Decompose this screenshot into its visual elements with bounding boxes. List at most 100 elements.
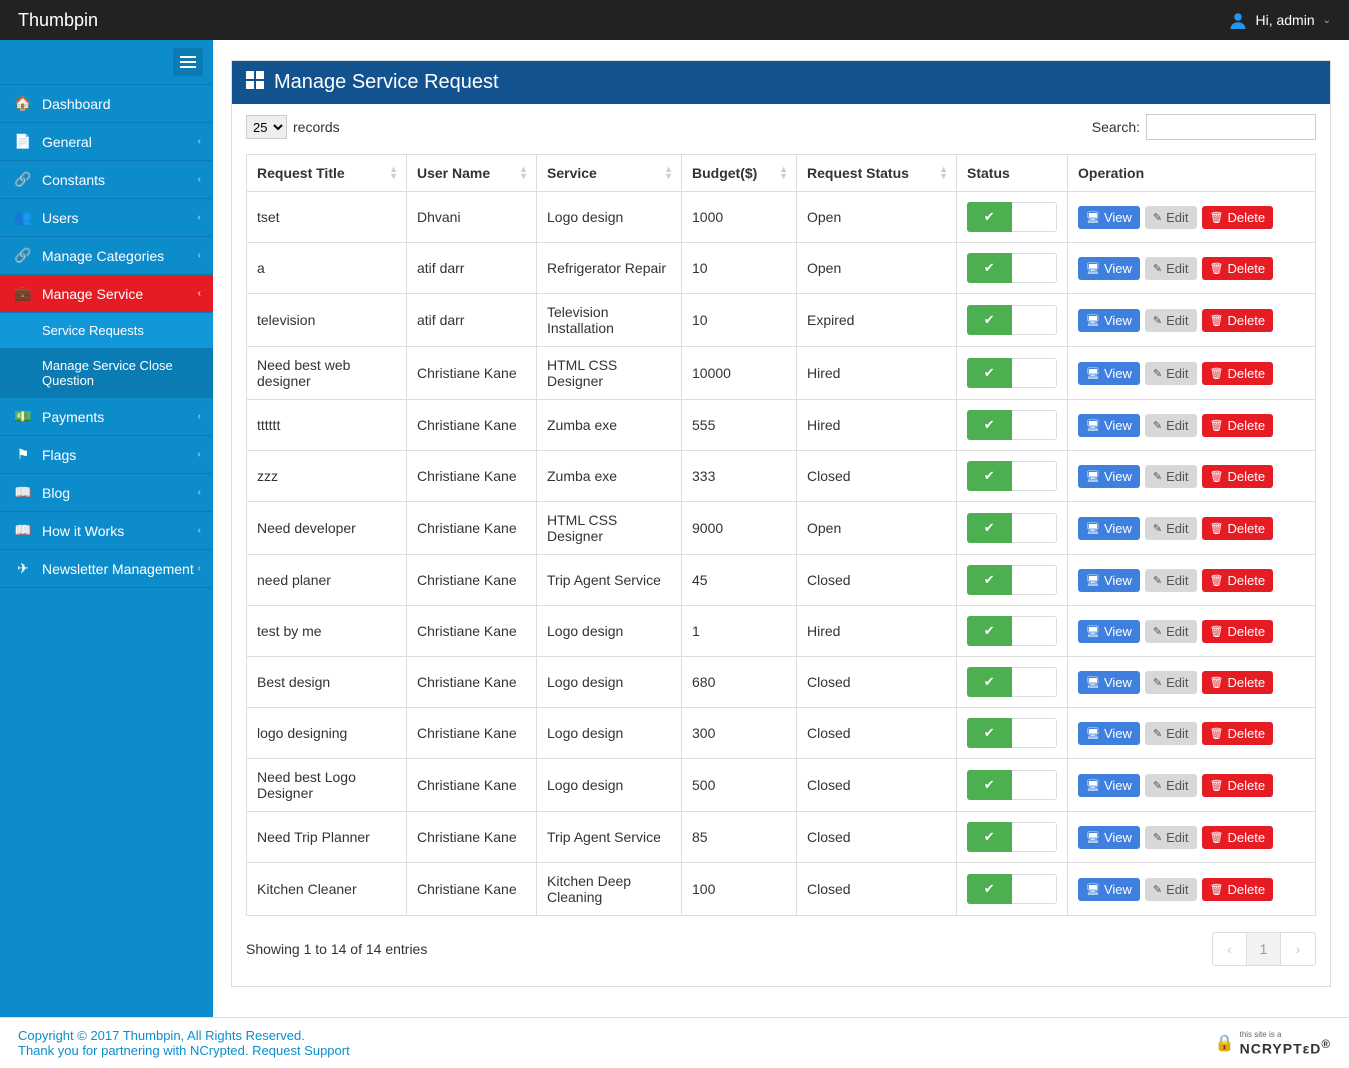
column-header-budget-[interactable]: Budget($)▲▼ [682, 155, 797, 192]
edit-button[interactable]: ✎Edit [1145, 569, 1197, 592]
delete-button[interactable]: 🗑Delete [1202, 517, 1274, 540]
status-toggle[interactable]: ✔ [967, 253, 1057, 283]
desktop-icon: 🖥 [1086, 367, 1100, 380]
view-button[interactable]: 🖥View [1078, 362, 1140, 385]
delete-button[interactable]: 🗑Delete [1202, 826, 1274, 849]
hamburger-icon[interactable] [173, 48, 203, 76]
delete-button[interactable]: 🗑Delete [1202, 362, 1274, 385]
pagination-page-1[interactable]: 1 [1247, 933, 1281, 965]
column-header-user-name[interactable]: User Name▲▼ [407, 155, 537, 192]
sidebar-subitem-manage-service-close-question[interactable]: Manage Service Close Question [0, 348, 213, 398]
trash-icon: 🗑 [1210, 625, 1224, 638]
edit-button[interactable]: ✎Edit [1145, 878, 1197, 901]
chevron-left-icon: ‹ [198, 411, 201, 422]
cell-title: tttttt [247, 400, 407, 451]
edit-button[interactable]: ✎Edit [1145, 309, 1197, 332]
cell-title: Need best web designer [247, 347, 407, 400]
view-button[interactable]: 🖥View [1078, 826, 1140, 849]
delete-button[interactable]: 🗑Delete [1202, 309, 1274, 332]
sidebar-item-users[interactable]: 👥Users‹ [0, 199, 213, 237]
edit-button[interactable]: ✎Edit [1145, 620, 1197, 643]
view-button[interactable]: 🖥View [1078, 465, 1140, 488]
view-button[interactable]: 🖥View [1078, 878, 1140, 901]
column-header-request-status[interactable]: Request Status▲▼ [797, 155, 957, 192]
edit-button[interactable]: ✎Edit [1145, 826, 1197, 849]
status-toggle[interactable]: ✔ [967, 874, 1057, 904]
cell-budget: 10 [682, 243, 797, 294]
edit-button[interactable]: ✎Edit [1145, 206, 1197, 229]
search-input[interactable] [1146, 114, 1316, 140]
table-row: need planerChristiane KaneTrip Agent Ser… [247, 555, 1316, 606]
status-toggle[interactable]: ✔ [967, 410, 1057, 440]
delete-button[interactable]: 🗑Delete [1202, 569, 1274, 592]
delete-button[interactable]: 🗑Delete [1202, 878, 1274, 901]
sort-icon: ▲▼ [389, 166, 398, 180]
delete-button[interactable]: 🗑Delete [1202, 465, 1274, 488]
status-toggle[interactable]: ✔ [967, 667, 1057, 697]
edit-button[interactable]: ✎Edit [1145, 517, 1197, 540]
view-button[interactable]: 🖥View [1078, 517, 1140, 540]
records-select[interactable]: 25 [246, 115, 287, 139]
sidebar-item-blog[interactable]: 📖Blog‹ [0, 474, 213, 512]
status-toggle[interactable]: ✔ [967, 770, 1057, 800]
view-button[interactable]: 🖥View [1078, 671, 1140, 694]
edit-button[interactable]: ✎Edit [1145, 671, 1197, 694]
sidebar-item-how-it-works[interactable]: 📖How it Works‹ [0, 512, 213, 550]
pagination-prev[interactable]: ‹ [1213, 933, 1247, 965]
status-toggle[interactable]: ✔ [967, 513, 1057, 543]
column-header-request-title[interactable]: Request Title▲▼ [247, 155, 407, 192]
sidebar-item-dashboard[interactable]: 🏠Dashboard [0, 85, 213, 123]
cell-operation: 🖥View✎Edit🗑Delete [1068, 812, 1316, 863]
ncrypted-link[interactable]: NCrypted [190, 1043, 245, 1058]
delete-button[interactable]: 🗑Delete [1202, 671, 1274, 694]
sidebar-item-general[interactable]: 📄General‹ [0, 123, 213, 161]
cell-status: ✔ [957, 243, 1068, 294]
edit-button[interactable]: ✎Edit [1145, 774, 1197, 797]
sidebar-item-payments[interactable]: 💵Payments‹ [0, 398, 213, 436]
column-header-service[interactable]: Service▲▼ [537, 155, 682, 192]
view-button[interactable]: 🖥View [1078, 257, 1140, 280]
edit-button[interactable]: ✎Edit [1145, 257, 1197, 280]
sidebar-item-manage-service[interactable]: 💼Manage Service‹ [0, 275, 213, 313]
check-icon: ✔ [984, 468, 995, 484]
status-toggle[interactable]: ✔ [967, 202, 1057, 232]
delete-button[interactable]: 🗑Delete [1202, 257, 1274, 280]
delete-button[interactable]: 🗑Delete [1202, 722, 1274, 745]
sidebar-item-label: Flags [42, 447, 76, 463]
pagination-next[interactable]: › [1281, 933, 1315, 965]
status-toggle[interactable]: ✔ [967, 461, 1057, 491]
status-toggle[interactable]: ✔ [967, 358, 1057, 388]
status-toggle[interactable]: ✔ [967, 718, 1057, 748]
check-icon: ✔ [984, 829, 995, 845]
view-button[interactable]: 🖥View [1078, 774, 1140, 797]
user-menu[interactable]: Hi, admin ⌄ [1229, 11, 1331, 29]
delete-button[interactable]: 🗑Delete [1202, 620, 1274, 643]
status-toggle[interactable]: ✔ [967, 305, 1057, 335]
cell-title: need planer [247, 555, 407, 606]
sidebar-item-flags[interactable]: ⚑Flags‹ [0, 436, 213, 474]
desktop-icon: 🖥 [1086, 470, 1100, 483]
sidebar-item-manage-categories[interactable]: 🔗Manage Categories‹ [0, 237, 213, 275]
view-button[interactable]: 🖥View [1078, 309, 1140, 332]
view-button[interactable]: 🖥View [1078, 722, 1140, 745]
view-button[interactable]: 🖥View [1078, 569, 1140, 592]
edit-button[interactable]: ✎Edit [1145, 414, 1197, 437]
edit-button[interactable]: ✎Edit [1145, 722, 1197, 745]
view-button[interactable]: 🖥View [1078, 414, 1140, 437]
status-toggle[interactable]: ✔ [967, 616, 1057, 646]
delete-button[interactable]: 🗑Delete [1202, 206, 1274, 229]
delete-button[interactable]: 🗑Delete [1202, 774, 1274, 797]
pencil-icon: ✎ [1153, 779, 1162, 792]
edit-button[interactable]: ✎Edit [1145, 362, 1197, 385]
edit-button[interactable]: ✎Edit [1145, 465, 1197, 488]
status-toggle[interactable]: ✔ [967, 565, 1057, 595]
view-button[interactable]: 🖥View [1078, 620, 1140, 643]
sidebar-item-constants[interactable]: 🔗Constants‹ [0, 161, 213, 199]
request-support-link[interactable]: Request Support [252, 1043, 350, 1058]
ncrypted-badge[interactable]: 🔒 this site is a NCRYPTεD® [1215, 1031, 1331, 1056]
delete-button[interactable]: 🗑Delete [1202, 414, 1274, 437]
view-button[interactable]: 🖥View [1078, 206, 1140, 229]
sidebar-subitem-service-requests[interactable]: Service Requests [0, 313, 213, 348]
status-toggle[interactable]: ✔ [967, 822, 1057, 852]
sidebar-item-newsletter-management[interactable]: ✈Newsletter Management‹ [0, 550, 213, 588]
